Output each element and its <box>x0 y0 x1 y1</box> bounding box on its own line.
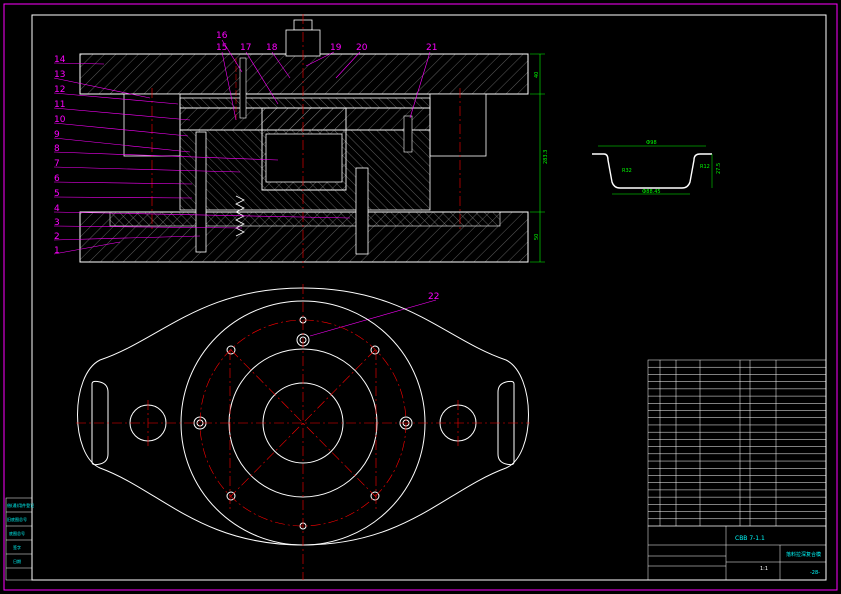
stamp-2: 底图总号 <box>9 530 25 536</box>
left-stamp <box>5 497 33 581</box>
dim-40: 40 <box>534 72 540 78</box>
ejector-rod-left <box>195 131 207 253</box>
callout-5: 5 <box>54 189 60 199</box>
callout-19: 19 <box>330 43 342 53</box>
callout-10: 10 <box>54 115 66 125</box>
callout-22: 22 <box>428 292 439 302</box>
callout-17: 17 <box>240 43 251 53</box>
callout-21: 21 <box>426 43 437 53</box>
dim-overall: 283.3 <box>543 150 549 164</box>
callout-16: 16 <box>216 31 228 41</box>
plan-centerlines <box>76 284 530 580</box>
drawing-name: 落料拉深复合模 <box>786 551 821 558</box>
callout-12: 12 <box>54 85 65 95</box>
ejector-rod-right <box>355 167 369 255</box>
stamp-4: 日期 <box>13 558 21 564</box>
part-radius-right: R12 <box>700 164 710 170</box>
section-view: 40 50 283.3 <box>79 14 549 268</box>
screw-21 <box>403 115 413 153</box>
sheet-number: -28- <box>810 570 820 576</box>
dim-50: 50 <box>534 234 540 240</box>
part-height: 27.5 <box>716 163 722 174</box>
upper-die-plate <box>79 53 529 95</box>
callout-8: 8 <box>54 144 60 154</box>
callout-18: 18 <box>266 43 278 53</box>
callout-6: 6 <box>54 174 60 184</box>
callout-4: 4 <box>54 204 60 214</box>
callout-1: 1 <box>54 246 60 256</box>
stamp-0: 借(通)用件登记 <box>7 502 34 508</box>
part-dia-bottom: Ф88.45 <box>642 189 661 195</box>
callout-2: 2 <box>54 232 60 242</box>
stamp-3: 签字 <box>13 544 21 550</box>
pin-16 <box>239 57 247 119</box>
callout-7: 7 <box>54 159 60 169</box>
engineering-drawing: 40 50 283.3 14 13 12 11 10 9 8 7 6 5 4 3… <box>3 3 838 591</box>
part-radius-left: R32 <box>622 168 632 174</box>
drawing-scale: 1:1 <box>760 566 768 572</box>
bom-table <box>647 359 827 527</box>
part-dia-top: Ф98 <box>646 140 657 146</box>
stamp-1: 旧底图总号 <box>7 516 27 522</box>
part-detail: Ф98 R12 27.5 R32 Ф88.45 <box>592 140 722 195</box>
callout-20: 20 <box>356 43 368 53</box>
cavity <box>265 133 343 183</box>
callout-14: 14 <box>54 55 66 65</box>
callout-3: 3 <box>54 218 60 228</box>
callout-15: 15 <box>216 43 227 53</box>
callout-13: 13 <box>54 70 65 80</box>
callout-11: 11 <box>54 100 65 110</box>
guide-bush-right <box>429 93 487 157</box>
backing-plate <box>179 97 431 109</box>
drawing-number: CBB 7-1.1 <box>735 535 765 542</box>
part-profile <box>592 153 712 189</box>
callout-9: 9 <box>54 130 60 140</box>
